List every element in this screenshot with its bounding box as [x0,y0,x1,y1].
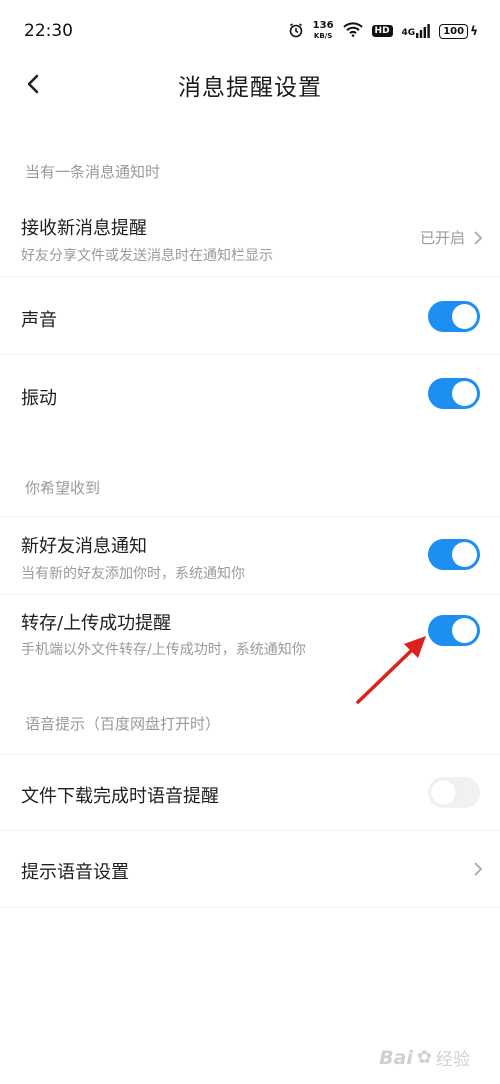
network-speed-unit: KB/S [313,32,333,40]
section-header-receive: 你希望收到 [25,479,101,497]
new-friend-toggle[interactable] [428,539,480,570]
baidu-watermark: Bai ✿ 经验 [379,1045,470,1071]
new-friend-row: 新好友消息通知 当有新的好友添加你时，系统通知你 [0,516,500,595]
row-title: 新好友消息通知 [21,536,147,557]
toggle-knob [452,381,477,406]
network-type: 4G [401,28,416,38]
battery-level: 100 [439,23,469,39]
toggle-knob [431,780,456,805]
sound-row: 声音 [0,278,500,355]
chevron-right-icon [474,862,483,876]
transfer-success-toggle[interactable] [428,615,480,646]
hd-badge: HD [371,25,393,37]
download-voice-toggle[interactable] [428,777,480,808]
watermark-suffix: 经验 [436,1050,470,1070]
toggle-knob [452,542,477,567]
row-subtitle: 手机端以外文件转存/上传成功时，系统通知你 [21,642,306,658]
row-subtitle: 当有新的好友添加你时，系统通知你 [21,566,245,582]
nav-bar: 消息提醒设置 [0,62,500,106]
sound-toggle[interactable] [428,301,480,332]
receive-new-message-row[interactable]: 接收新消息提醒 好友分享文件或发送消息时在通知栏显示 已开启 [0,199,500,277]
row-title: 提示语音设置 [21,862,129,883]
row-subtitle: 好友分享文件或发送消息时在通知栏显示 [21,248,273,264]
signal-icon: 4G [402,24,431,38]
row-title: 文件下载完成时语音提醒 [21,786,219,807]
battery-icon: 100 ϟ [439,23,478,39]
row-title: 转存/上传成功提醒 [21,613,172,634]
section-header-voice: 语音提示（百度网盘打开时） [25,715,221,733]
watermark-text: Bai [379,1046,413,1069]
charging-icon: ϟ [470,24,478,38]
toggle-knob [452,618,477,643]
alarm-icon [288,22,304,41]
status-time: 22:30 [24,21,73,41]
network-speed: 136 KB/S [313,21,334,41]
network-speed-value: 136 [312,20,334,31]
row-chevron [473,861,483,877]
row-title: 振动 [21,388,57,409]
status-icons: 136 KB/S HD 4G 100 ϟ [288,21,478,41]
chevron-right-icon [474,230,483,245]
row-title: 声音 [21,310,57,331]
row-title: 接收新消息提醒 [21,218,147,239]
row-status: 已开启 [420,227,483,248]
status-bar: 22:30 136 KB/S HD 4G 100 ϟ [0,0,500,62]
paw-icon: ✿ [416,1047,432,1068]
status-value: 已开启 [419,229,465,247]
vibration-toggle[interactable] [428,378,480,409]
section-header-notification: 当有一条消息通知时 [25,163,161,181]
vibration-row: 振动 [0,356,500,434]
page-title: 消息提醒设置 [178,75,322,101]
wifi-icon [342,22,363,40]
download-voice-row: 文件下载完成时语音提醒 [0,754,500,831]
voice-settings-row[interactable]: 提示语音设置 [0,832,500,908]
toggle-knob [452,304,477,329]
transfer-success-row: 转存/上传成功提醒 手机端以外文件转存/上传成功时，系统通知你 [0,596,500,668]
